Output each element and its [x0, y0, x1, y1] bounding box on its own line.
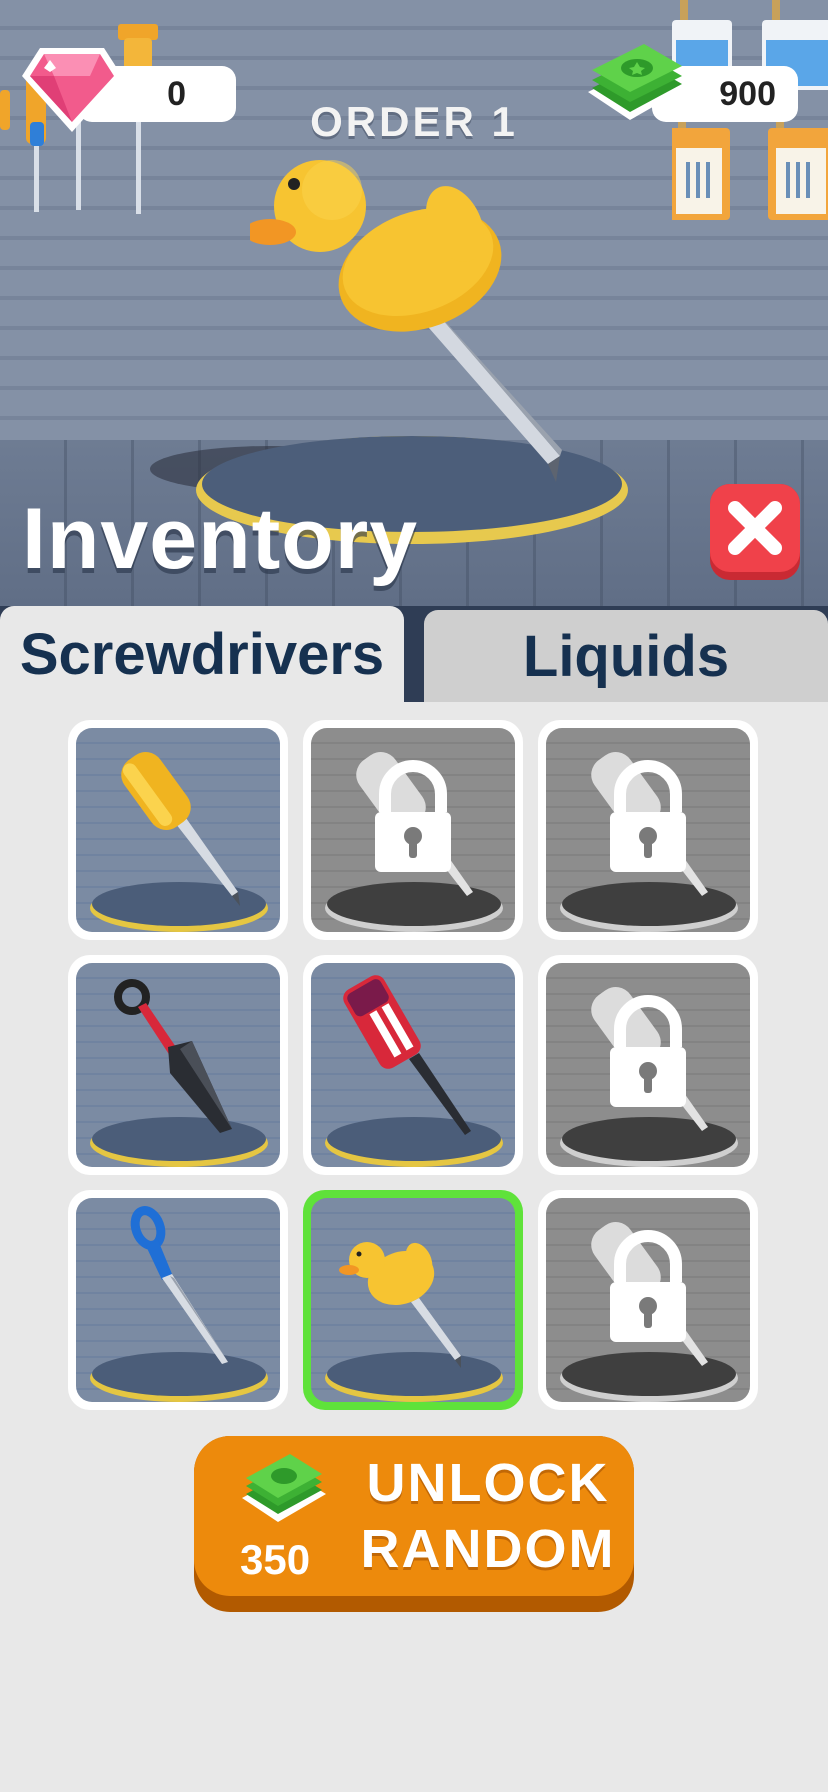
item-locked[interactable] — [538, 720, 758, 940]
close-button[interactable] — [710, 484, 800, 580]
game-scene: 0 900 ORDER 1 Inventory — [0, 0, 828, 606]
item-scissor-blade[interactable] — [68, 1190, 288, 1410]
lock-icon — [591, 987, 708, 1131]
item-locked[interactable] — [538, 955, 758, 1175]
item-red-screwdriver[interactable] — [303, 955, 523, 1175]
unlock-random-button[interactable]: 350 UNLOCK RANDOM — [194, 1436, 634, 1612]
cash-stack-icon — [242, 1454, 326, 1522]
lock-icon — [591, 1222, 708, 1366]
item-locked[interactable] — [303, 720, 523, 940]
order-title: ORDER 1 — [310, 98, 518, 145]
yellow-screwdriver-icon — [121, 752, 240, 906]
unlock-price: 350 — [240, 1536, 311, 1583]
tab-liquids[interactable]: Liquids — [424, 610, 828, 702]
duck-screwdriver-icon — [339, 1242, 461, 1368]
unlock-label-line1: UNLOCK — [366, 1453, 610, 1513]
lock-icon — [591, 752, 708, 896]
item-yellow-screwdriver[interactable] — [68, 720, 288, 940]
item-locked[interactable] — [538, 1190, 758, 1410]
inventory-title: Inventory — [22, 491, 419, 587]
red-screwdriver-icon — [343, 975, 471, 1135]
item-duck-screwdriver[interactable] — [303, 1190, 523, 1410]
tab-screwdrivers[interactable]: Screwdrivers — [0, 606, 404, 702]
item-kunai[interactable] — [68, 955, 288, 1175]
unlock-label-line2: RANDOM — [360, 1519, 616, 1579]
scissor-blade-icon — [130, 1206, 228, 1364]
close-x-icon — [728, 501, 782, 555]
unlock-label: UNLOCK RANDOM — [358, 1450, 618, 1582]
duck-screwdriver-icon — [250, 160, 562, 482]
kunai-icon — [114, 979, 232, 1133]
lock-icon — [356, 752, 473, 896]
inventory-grid — [68, 720, 758, 1418]
tab-bar: Screwdrivers Liquids — [0, 606, 828, 702]
